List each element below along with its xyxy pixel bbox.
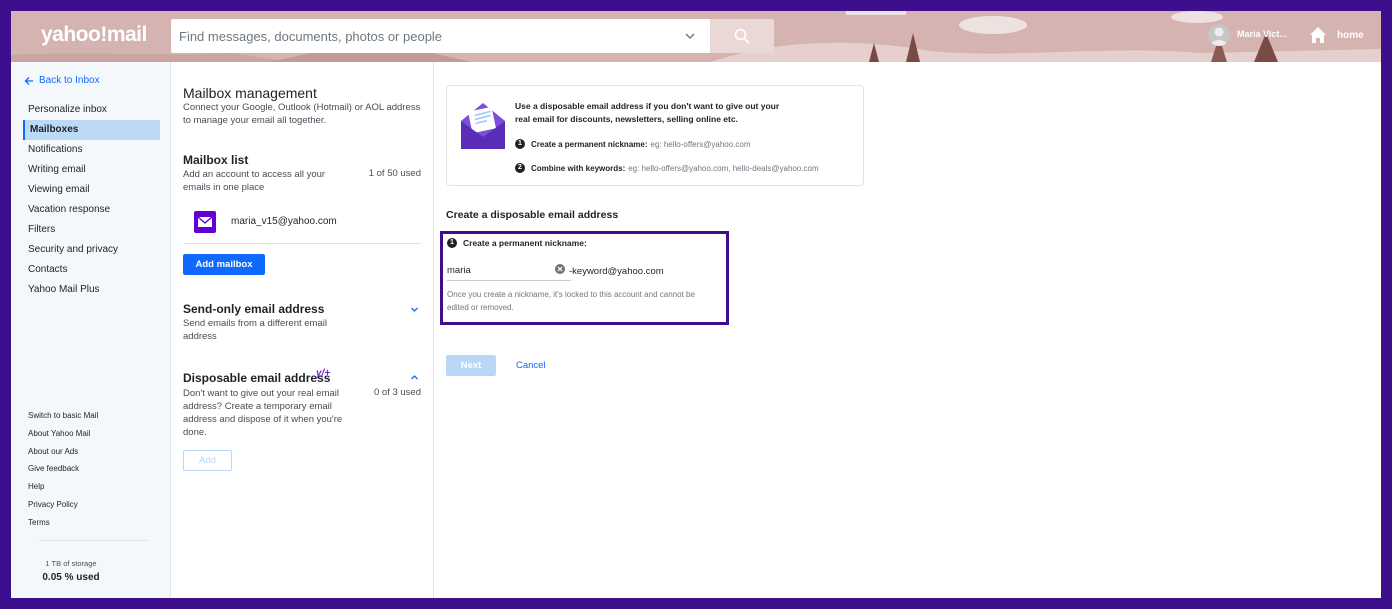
mailbox-list-heading: Mailbox list bbox=[183, 153, 249, 167]
mailbox-list-usage: 1 of 50 used bbox=[368, 168, 421, 179]
cancel-button[interactable]: Cancel bbox=[516, 360, 546, 371]
disposable-info-box: Use a disposable email address if you do… bbox=[446, 85, 864, 186]
nickname-hint: Once you create a nickname, it's locked … bbox=[447, 290, 695, 312]
mailbox-envelope-icon bbox=[194, 211, 216, 233]
add-disposable-button[interactable]: Add bbox=[183, 450, 232, 471]
page-title: Mailbox management bbox=[183, 85, 317, 101]
about-our-ads-link[interactable]: About our Ads bbox=[28, 443, 98, 461]
privacy-policy-link[interactable]: Privacy Policy bbox=[28, 496, 98, 514]
disposable-description: Don't want to give out your real email a… bbox=[183, 388, 343, 438]
add-mailbox-button[interactable]: Add mailbox bbox=[183, 254, 265, 275]
user-name: Maria Vict... bbox=[1237, 29, 1287, 39]
info-step-1: 1 Create a permanent nickname: eg: hello… bbox=[515, 139, 751, 149]
step-2-example: eg: hello-offers@yahoo.com, hello-deals@… bbox=[628, 163, 819, 173]
yahoo-plus-badge-icon: y/+ bbox=[316, 368, 331, 379]
nickname-form: 1 Create a permanent nickname: -keyword@… bbox=[440, 231, 729, 325]
sidebar-divider bbox=[39, 540, 148, 541]
storage-total: 1 TB of storage bbox=[45, 559, 97, 568]
step-1-label: Create a permanent nickname: bbox=[531, 139, 648, 149]
sidebar-item-contacts[interactable]: Contacts bbox=[23, 260, 160, 280]
avatar bbox=[1208, 24, 1230, 46]
nickname-input[interactable] bbox=[447, 261, 571, 281]
mailbox-address: maria_v15@yahoo.com bbox=[231, 216, 337, 227]
step-2-number: 2 bbox=[515, 163, 525, 173]
nickname-suffix: -keyword@yahoo.com bbox=[569, 266, 664, 277]
nickname-step-number: 1 bbox=[447, 238, 457, 248]
app-window: yahoo!mail Maria Vict... bbox=[11, 11, 1381, 598]
mailbox-management-panel: Mailbox management Connect your Google, … bbox=[171, 62, 434, 598]
sidebar-item-vacation-response[interactable]: Vacation response bbox=[23, 200, 160, 220]
user-avatar-icon bbox=[1210, 27, 1228, 46]
step-1-example: eg: hello-offers@yahoo.com bbox=[650, 139, 751, 149]
chevron-down-icon[interactable] bbox=[684, 30, 696, 42]
create-disposable-heading: Create a disposable email address bbox=[446, 209, 619, 221]
arrow-left-icon bbox=[24, 76, 33, 85]
chevron-down-icon[interactable] bbox=[410, 305, 419, 314]
sidebar-item-yahoo-mail-plus[interactable]: Yahoo Mail Plus bbox=[23, 280, 160, 300]
settings-sidebar: Back to Inbox Personalize inbox Mailboxe… bbox=[11, 62, 171, 598]
step-2-label: Combine with keywords: bbox=[531, 163, 626, 173]
nickname-step-label: Create a permanent nickname: bbox=[463, 238, 587, 248]
info-step-2: 2 Combine with keywords: eg: hello-offer… bbox=[515, 163, 819, 173]
search-input[interactable] bbox=[179, 19, 669, 53]
next-button[interactable]: Next bbox=[446, 355, 496, 376]
give-feedback-link[interactable]: Give feedback bbox=[28, 460, 98, 478]
help-link[interactable]: Help bbox=[28, 478, 98, 496]
back-to-inbox-link[interactable]: Back to Inbox bbox=[24, 75, 100, 86]
disposable-usage: 0 of 3 used bbox=[373, 387, 421, 398]
search-icon bbox=[734, 28, 750, 44]
sidebar-item-mailboxes[interactable]: Mailboxes bbox=[23, 120, 160, 140]
sidebar-item-notifications[interactable]: Notifications bbox=[23, 140, 160, 160]
search-button[interactable] bbox=[710, 19, 774, 53]
sidebar-item-filters[interactable]: Filters bbox=[23, 220, 160, 240]
mailbox-list-description: Add an account to access all your emails… bbox=[183, 169, 326, 193]
back-to-inbox-label: Back to Inbox bbox=[39, 75, 100, 86]
sidebar-item-security-and-privacy[interactable]: Security and privacy bbox=[23, 240, 160, 260]
search-bar bbox=[171, 19, 710, 53]
storage-used: 0.05 % used bbox=[42, 572, 100, 583]
switch-to-basic-mail-link[interactable]: Switch to basic Mail bbox=[28, 407, 98, 425]
send-only-description: Send emails from a different email addre… bbox=[183, 318, 327, 342]
chevron-up-icon[interactable] bbox=[410, 373, 419, 382]
home-icon[interactable] bbox=[1308, 25, 1328, 45]
terms-link[interactable]: Terms bbox=[28, 514, 98, 532]
header: yahoo!mail Maria Vict... bbox=[11, 11, 1381, 62]
sidebar-footer-links: Switch to basic Mail About Yahoo Mail Ab… bbox=[28, 407, 98, 532]
about-yahoo-mail-link[interactable]: About Yahoo Mail bbox=[28, 425, 98, 443]
step-1-number: 1 bbox=[515, 139, 525, 149]
sidebar-item-personalize-inbox[interactable]: Personalize inbox bbox=[23, 100, 160, 120]
disposable-address-panel: Use a disposable email address if you do… bbox=[435, 62, 1381, 598]
yahoo-mail-logo[interactable]: yahoo!mail bbox=[41, 23, 147, 47]
page-description: Connect your Google, Outlook (Hotmail) o… bbox=[183, 102, 421, 126]
send-only-heading[interactable]: Send-only email address bbox=[183, 302, 324, 316]
nickname-step-heading: 1 Create a permanent nickname: bbox=[447, 238, 587, 248]
disposable-heading[interactable]: Disposable email address bbox=[183, 371, 330, 385]
sidebar-item-writing-email[interactable]: Writing email bbox=[23, 160, 160, 180]
mailbox-list-item[interactable]: maria_v15@yahoo.com bbox=[183, 210, 421, 244]
home-link[interactable]: home bbox=[1337, 30, 1364, 41]
clear-input-icon[interactable] bbox=[555, 264, 565, 274]
disposable-info-text: Use a disposable email address if you do… bbox=[515, 101, 780, 124]
settings-nav: Personalize inbox Mailboxes Notification… bbox=[23, 100, 160, 300]
envelope-illustration-icon bbox=[461, 103, 505, 149]
sidebar-item-viewing-email[interactable]: Viewing email bbox=[23, 180, 160, 200]
